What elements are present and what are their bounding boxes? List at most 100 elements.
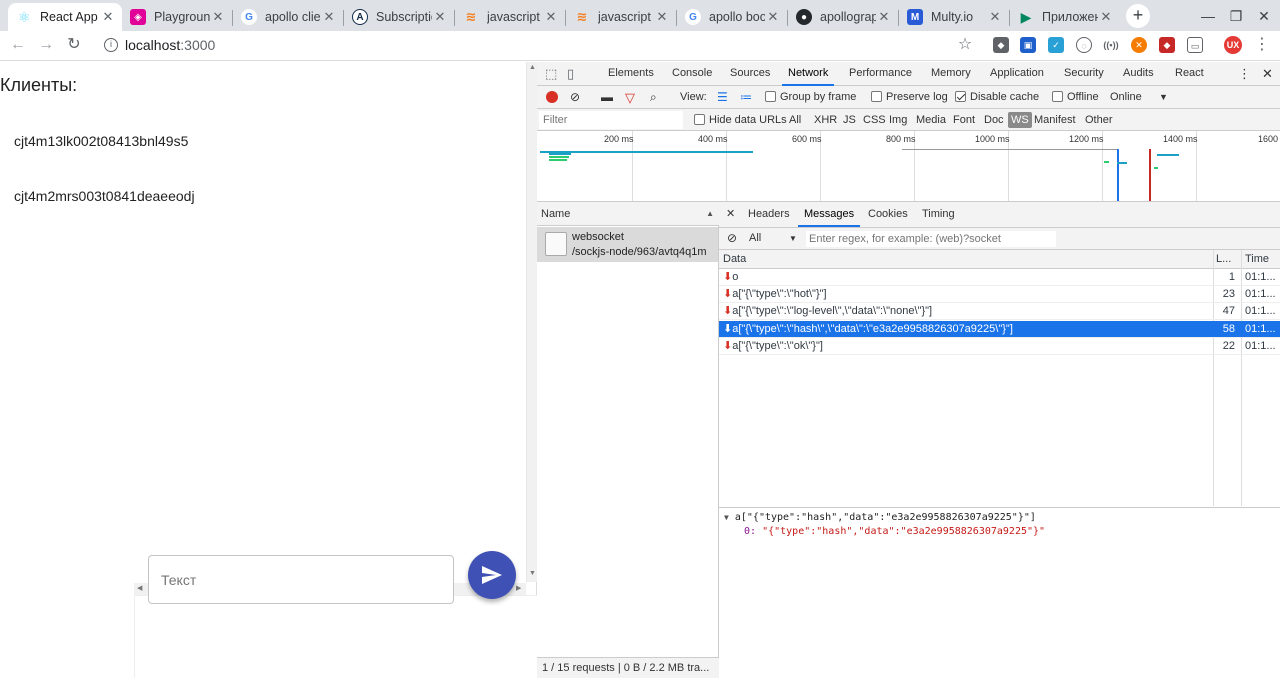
orange-extension-icon[interactable]: ✕: [1131, 37, 1147, 53]
length-column-header[interactable]: L...: [1216, 250, 1231, 268]
scroll-left-arrow-icon[interactable]: ◀: [137, 584, 142, 592]
forward-icon[interactable]: →: [36, 35, 56, 55]
tab-elements[interactable]: Elements: [608, 62, 654, 86]
close-icon[interactable]: ✕: [210, 9, 226, 25]
filter-type-manifest[interactable]: Manifest: [1034, 109, 1076, 131]
message-row[interactable]: ⬇o 1 01:1...: [719, 269, 1280, 286]
browser-tab-8[interactable]: M Multy.io ✕: [899, 3, 1009, 31]
clear-messages-icon[interactable]: ⊘: [727, 227, 737, 250]
check-extension-icon[interactable]: ✓: [1048, 37, 1064, 53]
message-type-select[interactable]: All: [749, 227, 761, 250]
info-icon[interactable]: i: [104, 38, 118, 52]
inspect-element-icon[interactable]: ⬚: [545, 62, 557, 86]
chevron-down-icon[interactable]: ▼: [789, 227, 797, 250]
reload-icon[interactable]: ↻: [64, 35, 84, 55]
filter-type-ws[interactable]: WS: [1008, 112, 1032, 128]
shield-extension-icon[interactable]: ◆: [993, 37, 1009, 53]
close-icon[interactable]: ✕: [987, 9, 1003, 25]
tab-security[interactable]: Security: [1064, 62, 1104, 86]
browser-tab-5[interactable]: ≋ javascript - ✕: [566, 3, 676, 31]
minimize-icon[interactable]: —: [1198, 6, 1218, 26]
waterfall-icon[interactable]: ≔: [740, 86, 752, 109]
tab-audits[interactable]: Audits: [1123, 62, 1154, 86]
filter-input[interactable]: [539, 111, 683, 129]
devtools-close-icon[interactable]: ✕: [1262, 62, 1273, 86]
tab-application[interactable]: Application: [990, 62, 1044, 86]
close-icon[interactable]: ✕: [876, 9, 892, 25]
disable-cache-checkbox[interactable]: [955, 91, 966, 102]
cast-icon[interactable]: ▭: [1187, 37, 1203, 53]
extension-icon[interactable]: ▣: [1020, 37, 1036, 53]
tab-performance[interactable]: Performance: [849, 62, 912, 86]
tab-console[interactable]: Console: [672, 62, 712, 86]
filter-type-css[interactable]: CSS: [863, 109, 886, 131]
offline-checkbox[interactable]: [1052, 91, 1063, 102]
scroll-down-arrow-icon[interactable]: ▼: [529, 570, 536, 577]
preserve-log-checkbox[interactable]: [871, 91, 882, 102]
message-input[interactable]: [148, 555, 454, 604]
data-column-header[interactable]: Data: [723, 250, 746, 268]
filter-type-doc[interactable]: Doc: [984, 109, 1004, 131]
tab-timing[interactable]: Timing: [922, 203, 955, 227]
close-icon[interactable]: ✕: [432, 9, 448, 25]
tab-sources[interactable]: Sources: [730, 62, 770, 86]
tab-cookies[interactable]: Cookies: [868, 203, 908, 227]
browser-tab-9[interactable]: ▶ Приложен ✕: [1010, 3, 1120, 31]
circle-extension-icon[interactable]: ◌: [1076, 37, 1092, 53]
tab-messages[interactable]: Messages: [798, 203, 861, 227]
browser-tab-4[interactable]: ≋ javascript - ✕: [455, 3, 565, 31]
chevron-down-icon[interactable]: ▼: [1159, 86, 1168, 109]
filter-type-js[interactable]: JS: [843, 109, 856, 131]
message-row[interactable]: ⬇a["{\"type\":\"hot\"}"] 23 01:1...: [719, 286, 1280, 303]
close-icon[interactable]: ✕: [654, 9, 670, 25]
close-icon[interactable]: ✕: [100, 9, 116, 25]
maximize-icon[interactable]: ❐: [1226, 6, 1246, 26]
browser-tab-0[interactable]: ⚛ React App ✕: [8, 3, 122, 31]
tab-network[interactable]: Network: [782, 62, 835, 86]
browser-tab-7[interactable]: ● apollograph ✕: [788, 3, 898, 31]
vertical-scrollbar[interactable]: ▲ ▼: [526, 62, 537, 582]
time-column-header[interactable]: Time: [1245, 250, 1269, 268]
close-detail-icon[interactable]: ✕: [726, 203, 735, 227]
close-icon[interactable]: ✕: [765, 9, 781, 25]
back-icon[interactable]: ←: [8, 35, 28, 55]
record-icon[interactable]: [546, 91, 558, 103]
filter-type-media[interactable]: Media: [916, 109, 946, 131]
preview-root[interactable]: ▼ a["{"type":"hash","data":"e3a2e9958826…: [724, 512, 1036, 523]
filter-type-all[interactable]: All: [789, 109, 801, 131]
message-row-selected[interactable]: ⬇a["{\"type\":\"hash\",\"data\":\"e3a2e9…: [719, 321, 1280, 338]
new-tab-button[interactable]: +: [1126, 4, 1150, 28]
device-toolbar-icon[interactable]: ▯: [567, 62, 574, 86]
search-icon[interactable]: ⌕: [650, 86, 657, 109]
close-icon[interactable]: ✕: [1098, 9, 1114, 25]
tab-react[interactable]: React: [1175, 62, 1204, 86]
filter-type-other[interactable]: Other: [1085, 109, 1113, 131]
browser-tab-1[interactable]: ◈ Playground ✕: [122, 3, 232, 31]
address-bar[interactable]: i localhost:3000: [98, 34, 982, 56]
large-rows-icon[interactable]: ☰: [717, 86, 728, 109]
menu-icon[interactable]: ⋮: [1252, 35, 1272, 55]
close-icon[interactable]: ✕: [321, 9, 337, 25]
group-by-frame-checkbox[interactable]: [765, 91, 776, 102]
browser-tab-2[interactable]: G apollo client ✕: [233, 3, 343, 31]
screenshot-icon[interactable]: ▬: [601, 86, 613, 109]
scroll-right-arrow-icon[interactable]: ▶: [516, 584, 521, 592]
network-timeline-overview[interactable]: 200 ms 400 ms 600 ms 800 ms 1000 ms 1200…: [537, 131, 1280, 202]
window-close-icon[interactable]: ✕: [1254, 6, 1274, 26]
hide-data-urls-checkbox[interactable]: [694, 114, 705, 125]
throttle-select[interactable]: Online: [1110, 86, 1142, 109]
tab-headers[interactable]: Headers: [748, 203, 790, 227]
filter-type-img[interactable]: Img: [889, 109, 907, 131]
profile-avatar[interactable]: UX: [1224, 36, 1242, 54]
filter-icon[interactable]: ▽: [625, 86, 635, 109]
scroll-up-arrow-icon[interactable]: ▲: [529, 64, 536, 71]
message-row[interactable]: ⬇a["{\"type\":\"ok\"}"] 22 01:1...: [719, 338, 1280, 355]
browser-tab-6[interactable]: G apollo boos ✕: [677, 3, 787, 31]
broadcast-extension-icon[interactable]: ((•)): [1103, 37, 1119, 53]
clear-icon[interactable]: ⊘: [570, 86, 580, 109]
name-column-header[interactable]: Name ▲: [537, 202, 719, 226]
devtools-menu-icon[interactable]: ⋮: [1238, 62, 1251, 86]
filter-type-font[interactable]: Font: [953, 109, 975, 131]
browser-tab-3[interactable]: A Subscriptio ✕: [344, 3, 454, 31]
close-icon[interactable]: ✕: [543, 9, 559, 25]
